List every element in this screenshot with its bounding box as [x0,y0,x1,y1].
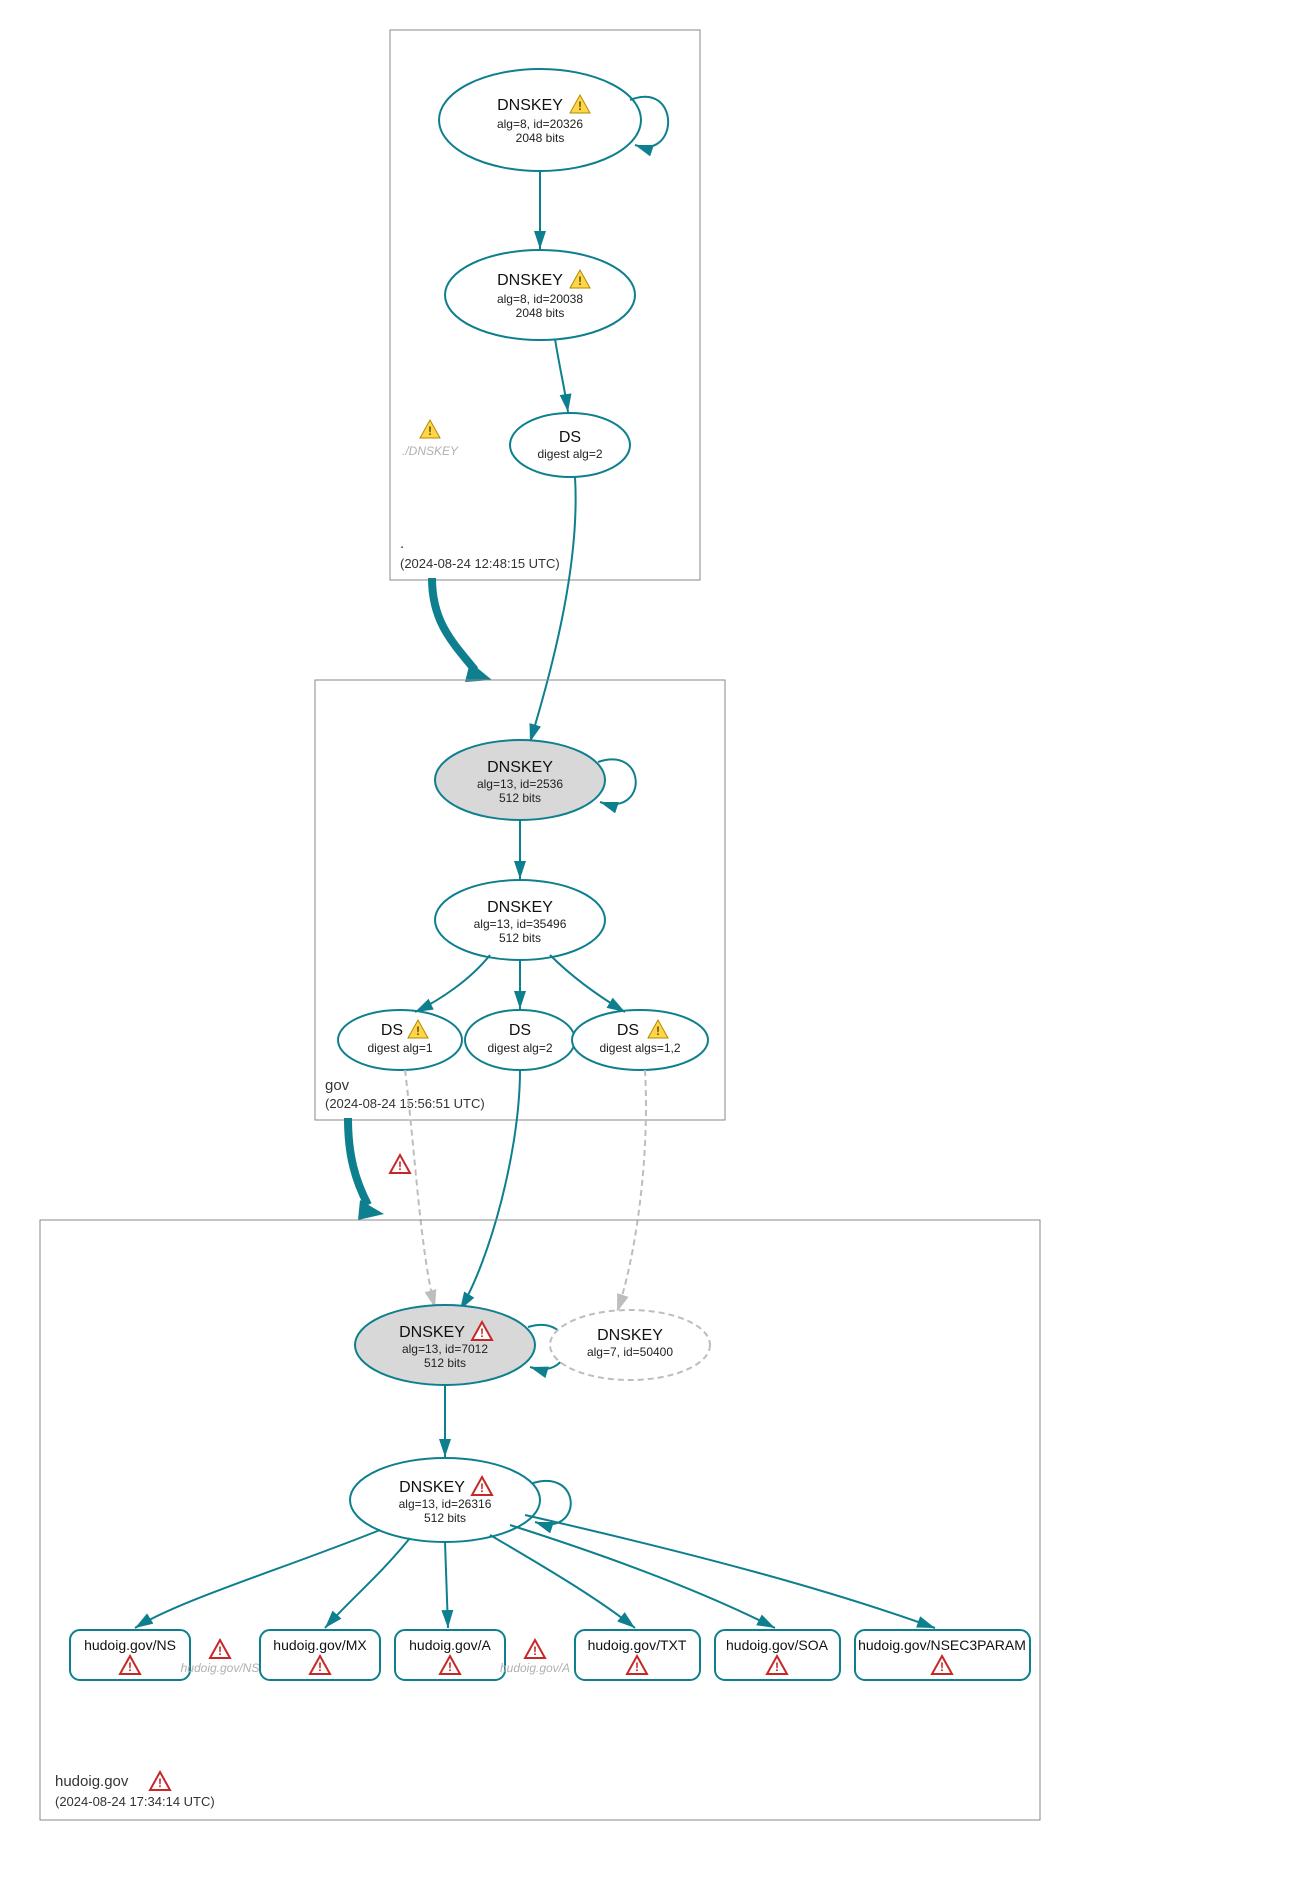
zone-hudoig-label: hudoig.gov [55,1773,129,1790]
edge-root-ds-gov-ksk [530,477,576,742]
record-soa: hudoig.gov/SOA [715,1630,840,1680]
dnssec-diagram: ! ! . (2024-08-24 12:48:15 UTC) DNSKEY a… [0,0,1296,1882]
record-ns: hudoig.gov/NS [70,1630,190,1680]
error-icon [150,1772,170,1790]
svg-text:DNSKEY: DNSKEY [497,272,563,289]
edge-gov-to-hudoig [348,1118,368,1205]
svg-text:digest algs=1,2: digest algs=1,2 [599,1041,680,1055]
node-root-zsk: DNSKEY alg=8, id=20038 2048 bits [445,250,635,340]
record-nsec3param: hudoig.gov/NSEC3PARAM [855,1630,1030,1680]
node-hudoig-ksk: DNSKEY alg=13, id=7012 512 bits [355,1305,535,1385]
svg-text:512 bits: 512 bits [499,791,541,805]
edge-rr-ns [135,1530,380,1628]
node-gov-ksk: DNSKEY alg=13, id=2536 512 bits [435,740,605,820]
zone-hudoig-box [40,1220,1040,1820]
node-gov-ds1: DS digest alg=1 [338,1010,462,1070]
svg-text:alg=8, id=20038: alg=8, id=20038 [497,292,583,306]
node-hudoig-zsk: DNSKEY alg=13, id=26316 512 bits [350,1458,540,1542]
node-hudoig-ghost-key: DNSKEY alg=7, id=50400 [550,1310,710,1380]
node-root-ghost: ./DNSKEY [402,420,459,458]
svg-text:512 bits: 512 bits [499,931,541,945]
svg-text:DS: DS [381,1022,403,1039]
node-gov-zsk: DNSKEY alg=13, id=35496 512 bits [435,880,605,960]
svg-text:512 bits: 512 bits [424,1511,466,1525]
edge-rr-nsec3 [525,1515,935,1628]
svg-text:hudoig.gov/MX: hudoig.gov/MX [273,1637,367,1653]
svg-text:digest alg=1: digest alg=1 [367,1041,432,1055]
svg-text:DS: DS [617,1022,639,1039]
edge-rr-a [445,1542,448,1628]
node-root-ksk: DNSKEY alg=8, id=20326 2048 bits [439,69,641,171]
svg-text:alg=13, id=2536: alg=13, id=2536 [477,777,563,791]
edge-gov-zsk-ds1 [415,955,490,1012]
node-gov-ds3: DS digest algs=1,2 [572,1010,708,1070]
svg-text:DNSKEY: DNSKEY [597,1327,663,1344]
svg-text:DS: DS [509,1022,531,1039]
edge-ds3-hudghost [617,1070,646,1312]
record-txt: hudoig.gov/TXT [575,1630,700,1680]
svg-text:alg=13, id=7012: alg=13, id=7012 [402,1342,488,1356]
zone-hudoig-time: (2024-08-24 17:34:14 UTC) [55,1794,215,1809]
zone-root-time: (2024-08-24 12:48:15 UTC) [400,556,560,571]
svg-text:alg=8, id=20326: alg=8, id=20326 [497,117,583,131]
svg-text:digest alg=2: digest alg=2 [537,447,602,461]
node-gov-ds2: DS digest alg=2 [465,1010,575,1070]
zone-root-label: . [400,535,404,552]
zone-gov-label: gov [325,1077,350,1094]
svg-text:DNSKEY: DNSKEY [399,1479,465,1496]
edge-root-to-gov [432,578,475,670]
svg-text:DNSKEY: DNSKEY [487,759,553,776]
svg-text:hudoig.gov/TXT: hudoig.gov/TXT [588,1637,687,1653]
svg-text:hudoig.gov/NS: hudoig.gov/NS [84,1637,176,1653]
edge-rr-soa [510,1525,775,1628]
edge-gov-zsk-ds3 [550,955,625,1012]
svg-text:hudoig.gov/NS: hudoig.gov/NS [181,1661,260,1675]
error-icon [525,1640,545,1658]
svg-text:alg=7, id=50400: alg=7, id=50400 [587,1345,673,1359]
svg-text:alg=13, id=26316: alg=13, id=26316 [399,1497,492,1511]
node-root-ds: DS digest alg=2 [510,413,630,477]
svg-text:hudoig.gov/A: hudoig.gov/A [500,1661,570,1675]
svg-text:DNSKEY: DNSKEY [497,97,563,114]
error-icon [390,1155,410,1173]
edge-rr-txt [490,1535,635,1628]
svg-text:DNSKEY: DNSKEY [399,1324,465,1341]
edge-root-zsk-ds [555,339,568,412]
svg-text:2048 bits: 2048 bits [516,306,565,320]
svg-text:DNSKEY: DNSKEY [487,899,553,916]
svg-text:hudoig.gov/SOA: hudoig.gov/SOA [726,1637,829,1653]
svg-text:2048 bits: 2048 bits [516,131,565,145]
edge-rr-mx [325,1538,410,1628]
record-a: hudoig.gov/A [395,1630,505,1680]
error-icon [210,1640,230,1658]
ghost-a: hudoig.gov/A [500,1640,570,1675]
record-mx: hudoig.gov/MX [260,1630,380,1680]
svg-text:DS: DS [559,429,581,446]
record-row: hudoig.gov/NS hudoig.gov/NS hudoig.gov/M… [70,1630,1030,1680]
svg-text:alg=13, id=35496: alg=13, id=35496 [474,917,567,931]
ghost-ns: hudoig.gov/NS [181,1640,260,1675]
svg-text:512 bits: 512 bits [424,1356,466,1370]
warning-icon [420,420,440,438]
svg-text:./DNSKEY: ./DNSKEY [402,444,459,458]
zone-gov-time: (2024-08-24 15:56:51 UTC) [325,1096,485,1111]
svg-text:digest alg=2: digest alg=2 [487,1041,552,1055]
svg-text:hudoig.gov/NSEC3PARAM: hudoig.gov/NSEC3PARAM [858,1637,1026,1653]
svg-text:hudoig.gov/A: hudoig.gov/A [409,1637,491,1653]
